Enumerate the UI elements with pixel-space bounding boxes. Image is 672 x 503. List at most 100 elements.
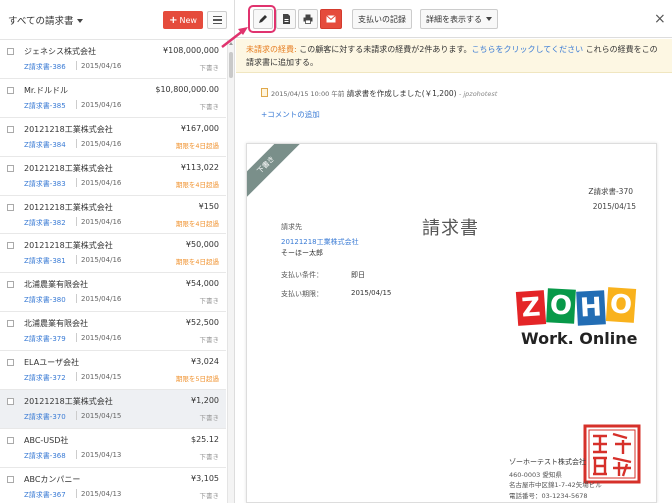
detail-toolbar: 支払いの記録 詳細を表示する × [236,0,672,38]
row-checkbox[interactable] [7,125,14,133]
invoice-list-item[interactable]: 20121218工業株式会社 ¥1,200 Z請求書-370 2015/04/15 下書… [0,390,226,429]
invoice-list-item[interactable]: 北浦農業有限会社 ¥52,500 Z請求書-379 2015/04/16 下書き [0,312,226,352]
invoice-list-item[interactable]: Mr.ドルドル $10,800,000.00 Z請求書-385 2015/04/16 下… [0,79,226,118]
divider [76,488,77,498]
invoice-list-panel: すべての請求書 + New ジェネシス株式会社 ¥108,000,000 Z請求書-3… [0,0,235,503]
row-checkbox[interactable] [7,398,14,406]
invoice-amount: ¥108,000,000 [163,46,219,55]
divider [76,255,77,265]
invoice-number-link[interactable]: Z請求書-370 [24,412,66,422]
invoice-date: 2015/04/16 [81,217,122,226]
more-details-button[interactable]: 詳細を表示する [420,9,498,29]
ribbon-label: 下書き [255,154,277,176]
new-button-label: New [179,15,197,25]
customer-name: 20121218工業株式会社 [24,124,113,134]
company-zip: 460-0003 愛知県 [509,471,562,479]
invoice-list-item[interactable]: 北浦農業有限会社 ¥54,000 Z請求書-380 2015/04/16 下書き [0,273,226,313]
invoice-number-link[interactable]: Z請求書-386 [24,62,66,72]
email-button[interactable] [320,9,342,29]
status-badge: 下書き [199,491,220,500]
logo-tile-o1: O [546,288,576,324]
record-payment-button[interactable]: 支払いの記録 [352,9,412,29]
add-comment-link[interactable]: +コメントの追加 [261,109,320,120]
invoice-list-item[interactable]: ELAユーザ会社 ¥3,024 Z請求書-372 2015/04/15 期限を5日超過 [0,351,226,391]
invoice-list-item[interactable]: 20121218工業株式会社 ¥50,000 Z請求書-381 2015/04/16 期… [0,234,226,274]
row-checkbox[interactable] [7,203,14,211]
bill-to-person: そーほー太郎 [281,249,323,257]
invoice-date: 2015/04/16 [81,334,122,343]
row-checkbox[interactable] [7,86,14,94]
alert-text: この顧客に対する未請求の経費が2件あります。 [299,45,472,54]
company-address: 名古屋市中区錦1-7-42矢場ビル [509,481,602,489]
invoice-list-item[interactable]: ABCカンパニー ¥3,105 Z請求書-367 2015/04/13 下書き [0,468,226,503]
invoice-list-item[interactable]: 20121218工業株式会社 ¥113,022 Z請求書-383 2015/04/16… [0,157,226,196]
add-expenses-link[interactable]: こちらをクリックしてください [472,45,584,54]
activity-entry: 2015/04/15 10:00 午前 請求書を作成しました(￥1,200) -… [261,88,497,99]
invoice-number-link[interactable]: Z請求書-367 [24,490,66,500]
invoice-rows: ジェネシス株式会社 ¥108,000,000 Z請求書-386 2015/04/16 下… [0,40,226,503]
invoice-date: 2015/04/13 [81,450,122,459]
invoice-number-link[interactable]: Z請求書-384 [24,140,66,150]
divider [76,411,77,421]
invoice-date: 2015/04/15 [81,373,122,382]
invoice-amount: $25.12 [191,434,219,444]
invoice-number-link[interactable]: Z請求書-380 [24,295,66,305]
pdf-button[interactable] [276,9,296,29]
row-checkbox[interactable] [7,281,14,289]
list-title: すべての請求書 [8,15,74,27]
row-checkbox[interactable] [7,436,14,444]
invoice-number-link[interactable]: Z請求書-382 [24,218,66,228]
list-filter-dropdown[interactable]: すべての請求書 [8,13,84,27]
customer-name: 20121218工業株式会社 [24,397,113,407]
invoice-amount: ¥50,000 [185,240,219,250]
divider [76,99,77,109]
record-payment-label: 支払いの記録 [358,14,406,24]
list-scrollbar[interactable] [227,40,234,503]
mail-icon [326,15,336,23]
divider [76,333,77,343]
customer-name: ELAユーザ会社 [24,358,80,368]
invoice-number-link[interactable]: Z請求書-372 [24,373,66,383]
new-invoice-button[interactable]: + New [163,11,203,29]
hamburger-icon [212,15,222,18]
scrollbar-thumb[interactable] [229,52,233,78]
close-icon[interactable]: × [654,11,666,27]
invoice-date: 2015/04/15 [592,202,636,211]
status-badge: 期限を4日超過 [175,141,219,150]
row-checkbox[interactable] [7,359,14,367]
divider [76,294,77,304]
invoice-list-item[interactable]: 20121218工業株式会社 ¥150 Z請求書-382 2015/04/16 期限を4… [0,196,226,235]
invoice-list-item[interactable]: ジェネシス株式会社 ¥108,000,000 Z請求書-386 2015/04/16 下… [0,40,226,79]
invoice-date: 2015/04/16 [81,100,122,109]
invoice-number-link[interactable]: Z請求書-381 [24,256,66,266]
status-badge: 期限を4日超過 [175,180,219,189]
invoice-date: 2015/04/16 [81,256,122,265]
status-badge: 期限を5日超過 [175,375,219,384]
invoice-title: 請求書 [422,218,479,239]
list-menu-button[interactable] [207,11,227,29]
invoice-amount: ¥54,000 [185,279,219,289]
row-checkbox[interactable] [7,475,14,483]
row-checkbox[interactable] [7,48,14,55]
row-checkbox[interactable] [7,320,14,328]
customer-name: Mr.ドルドル [24,85,68,95]
invoice-list-item[interactable]: ABC-USD社 $25.12 Z請求書-368 2015/04/13 下書き [0,429,226,468]
invoice-number-link[interactable]: Z請求書-383 [24,179,66,189]
invoice-number-link[interactable]: Z請求書-379 [24,334,66,344]
invoice-number-link[interactable]: Z請求書-385 [24,101,66,111]
row-checkbox[interactable] [7,242,14,250]
invoice-amount: ¥113,022 [180,162,219,172]
scroll-up-icon[interactable] [229,42,233,45]
invoice-amount: ¥1,200 [191,396,219,406]
invoice-list-item[interactable]: 20121218工業株式会社 ¥167,000 Z請求書-384 2015/04/16… [0,118,226,157]
print-button[interactable] [298,9,318,29]
invoice-date: 2015/04/16 [81,62,122,70]
row-checkbox[interactable] [7,164,14,172]
bill-to-company[interactable]: 20121218工業株式会社 [281,237,359,247]
customer-name: 北浦農業有限会社 [24,319,88,329]
invoice-number-link[interactable]: Z請求書-368 [24,451,66,461]
due-date-label: 支払い期限： [281,290,323,298]
logo-tile-o2: O [605,287,637,323]
invoice-preview: 下書き Z請求書-370 2015/04/15 請求書 請求先 20121218… [246,143,657,503]
company-phone: 電話番号：03-1234-5678 [509,492,588,500]
